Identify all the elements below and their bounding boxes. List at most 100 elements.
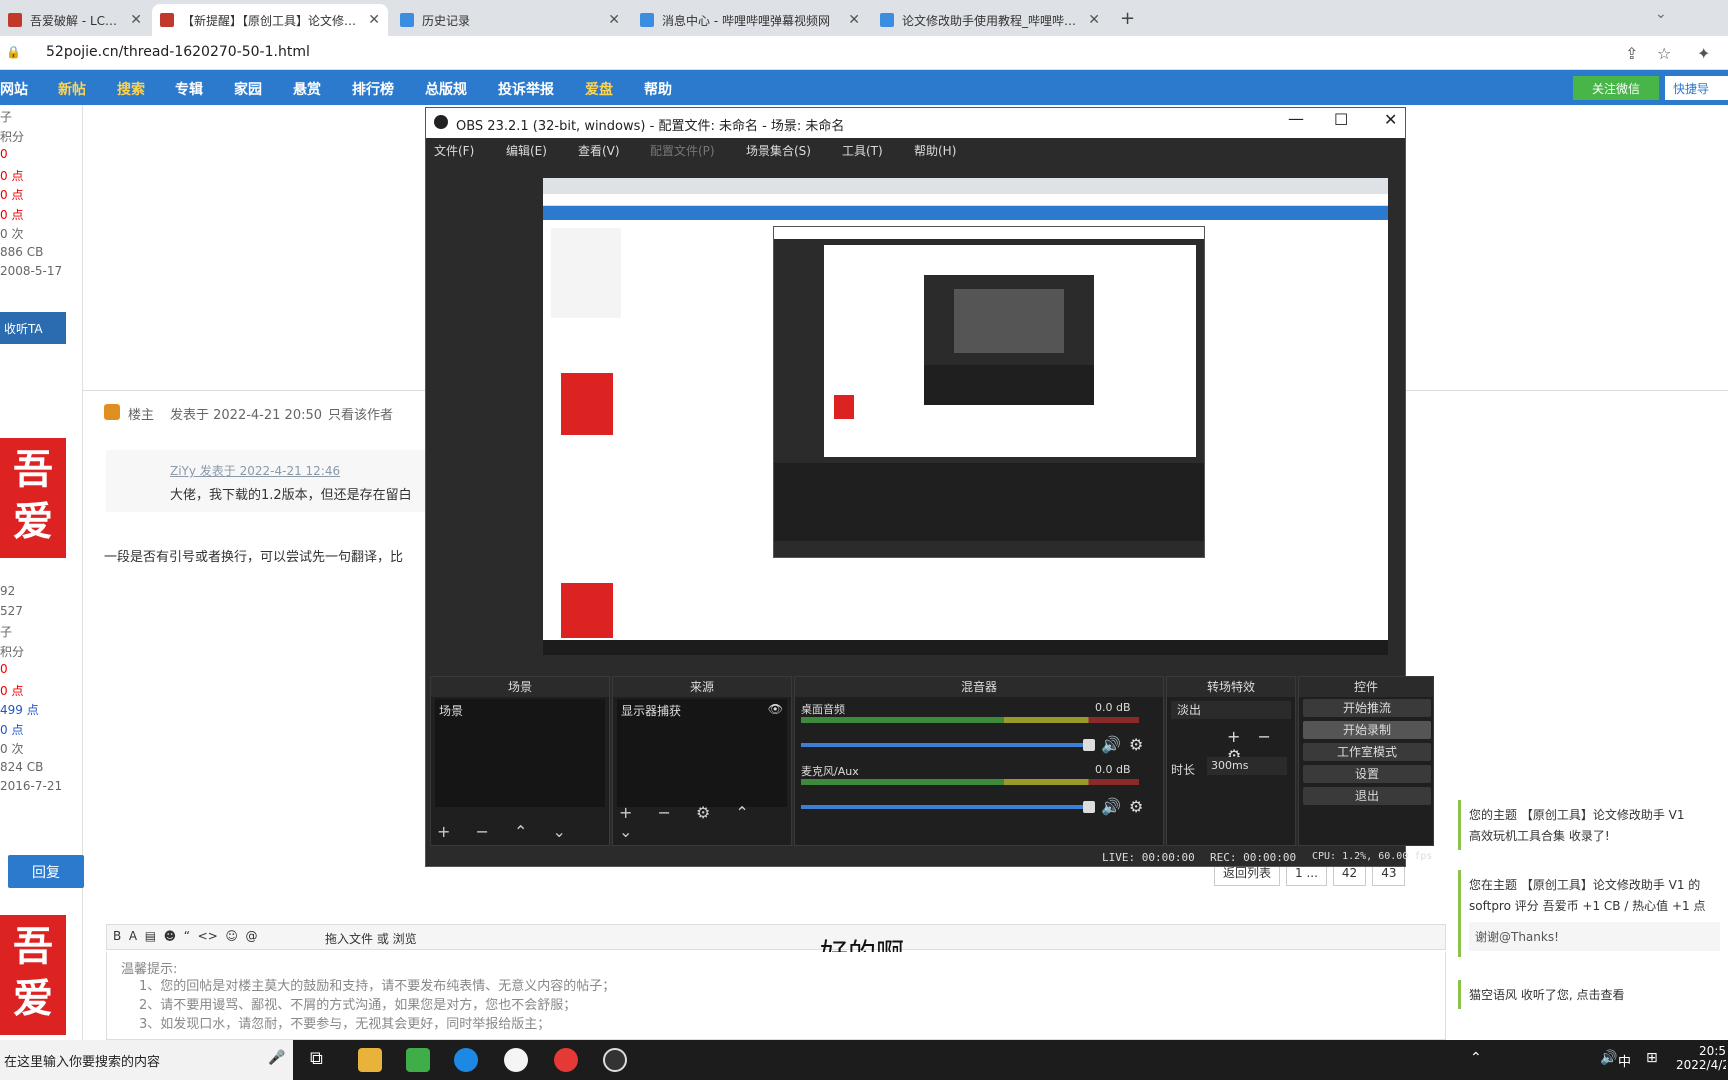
- tab-favicon-icon: [8, 13, 22, 27]
- tab-close-icon[interactable]: ✕: [130, 12, 142, 28]
- network-icon[interactable]: ⌃: [1470, 1050, 1482, 1066]
- mic-volume-slider[interactable]: [801, 805, 1091, 809]
- only-author-link[interactable]: 只看该作者: [328, 404, 393, 423]
- site-nav-item[interactable]: 专辑: [175, 79, 203, 99]
- editor-upload-link[interactable]: 拖入文件 或 浏览: [325, 930, 417, 947]
- window-close-icon[interactable]: ✕: [1384, 110, 1397, 129]
- site-nav-item[interactable]: 新帖: [58, 79, 86, 99]
- site-nav-item[interactable]: 帮助: [644, 79, 672, 99]
- edge-icon[interactable]: [454, 1048, 478, 1072]
- site-nav-item[interactable]: 网站: [0, 79, 28, 99]
- obs-menu-item[interactable]: 编辑(E): [506, 142, 547, 159]
- editor-format-tools[interactable]: B A ▤ ☻ “ <> ☺ @: [113, 929, 258, 943]
- chrome-icon[interactable]: [554, 1048, 578, 1072]
- browser-tab[interactable]: 吾爱破解 - LCG - LSG ✕: [0, 4, 150, 36]
- obs-menu-item[interactable]: 场景集合(S): [746, 142, 811, 159]
- site-nav-item[interactable]: 爱盘: [585, 79, 613, 99]
- tab-close-icon[interactable]: ✕: [368, 12, 380, 28]
- mic-meter: [801, 779, 1139, 785]
- windows-taskbar: 在这里输入你要搜索的内容 🎤 ⧉ ⌃ 🔊 中 ⊞ 20:5 2022/4/2: [0, 1040, 1728, 1080]
- obs-menu-item[interactable]: 帮助(H): [914, 142, 956, 159]
- quote-author-link[interactable]: ZiYy 发表于 2022-4-21 12:46: [170, 462, 340, 479]
- mic-volume-knob[interactable]: [1083, 801, 1095, 813]
- share-icon[interactable]: ⇪: [1625, 44, 1638, 63]
- obs-menu-item[interactable]: 文件(F): [434, 142, 474, 159]
- quick-nav-button[interactable]: 快捷导: [1665, 76, 1728, 100]
- app-icon[interactable]: [504, 1048, 528, 1072]
- obs-menu-item[interactable]: 查看(V): [578, 142, 620, 159]
- site-nav-item[interactable]: 排行榜: [352, 79, 394, 99]
- site-nav-item[interactable]: 家园: [234, 79, 262, 99]
- site-nav-item[interactable]: 总版规: [425, 79, 467, 99]
- sources-dock: 来源 显示器捕获 👁 + − ⚙ ⌃ ⌄: [612, 676, 792, 846]
- scenes-dock: 场景 场景 + − ⌃ ⌄: [430, 676, 610, 846]
- url-text[interactable]: 52pojie.cn/thread-1620270-50-1.html: [46, 44, 310, 60]
- obs-logo-icon: [434, 115, 448, 129]
- scene-item[interactable]: 场景: [439, 702, 601, 719]
- mic-gear-icon[interactable]: ⚙: [1129, 797, 1143, 816]
- obs-menu-item[interactable]: 配置文件(P): [650, 142, 715, 159]
- site-nav-item[interactable]: 悬赏: [293, 79, 321, 99]
- notification-subtext: 高效玩机工具合集 收录了!: [1469, 829, 1610, 843]
- taskbar-search[interactable]: 在这里输入你要搜索的内容 🎤: [0, 1040, 293, 1080]
- obs-control-button[interactable]: 开始推流: [1303, 699, 1431, 717]
- obs-menu-bar: 文件(F) 编辑(E) 查看(V) 配置文件(P) 场景集合(S) 工具(T) 帮助(H): [426, 138, 1405, 162]
- notification-card[interactable]: 猫空语风 收听了您, 点击查看: [1458, 980, 1728, 1009]
- obs-control-button[interactable]: 退出: [1303, 787, 1431, 805]
- ime-indicator[interactable]: 中: [1618, 1051, 1631, 1070]
- volume-tray-icon[interactable]: 🔊: [1600, 1050, 1617, 1066]
- user-stat: 子: [0, 110, 13, 124]
- site-nav-item[interactable]: 投诉举报: [498, 79, 554, 99]
- transition-select[interactable]: 淡出: [1171, 701, 1291, 719]
- obs-control-button[interactable]: 开始录制: [1303, 721, 1431, 739]
- reply-button[interactable]: 回复: [8, 855, 84, 888]
- notification-card[interactable]: 您的主题 【原创工具】论文修改助手 V1 高效玩机工具合集 收录了!: [1458, 800, 1728, 850]
- listen-ta-button[interactable]: 收听TA: [0, 312, 66, 344]
- bookmark-star-icon[interactable]: ☆: [1657, 44, 1671, 63]
- tab-close-icon[interactable]: ✕: [608, 12, 620, 28]
- tab-title: 消息中心 - 哔哩哔哩弹幕视频网: [662, 13, 830, 28]
- lock-icon[interactable]: 🔒: [6, 45, 21, 59]
- mixer-dock-title: 混音器: [795, 677, 1163, 697]
- browser-tab[interactable]: 论文修改助手使用教程_哔哩哔哩… ✕: [872, 4, 1108, 36]
- obs-taskbar-icon[interactable]: [603, 1048, 627, 1072]
- taskbar-search-input[interactable]: 在这里输入你要搜索的内容: [4, 1051, 160, 1070]
- browser-tab[interactable]: 历史记录 ✕: [392, 4, 628, 36]
- window-minimize-icon[interactable]: —: [1288, 109, 1304, 128]
- site-nav-item[interactable]: 搜索: [117, 79, 145, 99]
- speaker-icon[interactable]: 🔊: [1101, 735, 1121, 754]
- obs-preview-canvas[interactable]: [543, 178, 1388, 655]
- tab-close-icon[interactable]: ✕: [1088, 12, 1100, 28]
- scenes-toolbar[interactable]: + − ⌃ ⌄: [437, 822, 576, 841]
- new-tab-button[interactable]: +: [1120, 8, 1135, 29]
- taskbar-clock[interactable]: 20:5 2022/4/2: [1676, 1044, 1726, 1072]
- microphone-icon[interactable]: 🎤: [268, 1050, 285, 1066]
- extensions-icon[interactable]: ✦: [1697, 44, 1710, 63]
- post-author-label[interactable]: 楼主: [128, 404, 154, 423]
- reply-editor[interactable]: 温馨提示: 1、您的回帖是对楼主莫大的鼓励和支持，请不要发布纯表情、无意义内容的…: [106, 952, 1446, 1040]
- desktop-volume-knob[interactable]: [1083, 739, 1095, 751]
- keyboard-icon[interactable]: ⊞: [1646, 1050, 1658, 1066]
- eye-icon[interactable]: 👁: [768, 702, 783, 719]
- media-player-icon[interactable]: [406, 1048, 430, 1072]
- obs-control-button[interactable]: 设置: [1303, 765, 1431, 783]
- obs-control-button[interactable]: 工作室模式: [1303, 743, 1431, 761]
- notification-card[interactable]: 您在主题 【原创工具】论文修改助手 V1 的 softpro 评分 吾爱币 +1 …: [1458, 870, 1728, 957]
- desktop-gear-icon[interactable]: ⚙: [1129, 735, 1143, 754]
- browser-tab[interactable]: 消息中心 - 哔哩哔哩弹幕视频网 ✕: [632, 4, 868, 36]
- preview-nested-capture: [824, 245, 1196, 457]
- mic-speaker-icon[interactable]: 🔊: [1101, 797, 1121, 816]
- file-explorer-icon[interactable]: [358, 1048, 382, 1072]
- window-maximize-icon[interactable]: ☐: [1334, 110, 1348, 129]
- follow-wechat-button[interactable]: 关注微信: [1573, 76, 1659, 100]
- duration-input[interactable]: 300ms: [1207, 757, 1287, 775]
- sources-toolbar[interactable]: + − ⚙ ⌃ ⌄: [619, 803, 791, 841]
- tab-close-icon[interactable]: ✕: [848, 12, 860, 28]
- desktop-volume-slider[interactable]: [801, 743, 1091, 747]
- user-stat: 0: [0, 147, 8, 161]
- browser-tab[interactable]: 【新提醒】【原创工具】论文修改… ✕: [152, 4, 388, 36]
- task-view-icon[interactable]: ⧉: [310, 1048, 323, 1069]
- tab-menu-icon[interactable]: ⌄: [1655, 6, 1667, 22]
- source-item[interactable]: 显示器捕获 👁: [621, 702, 783, 719]
- obs-menu-item[interactable]: 工具(T): [842, 142, 883, 159]
